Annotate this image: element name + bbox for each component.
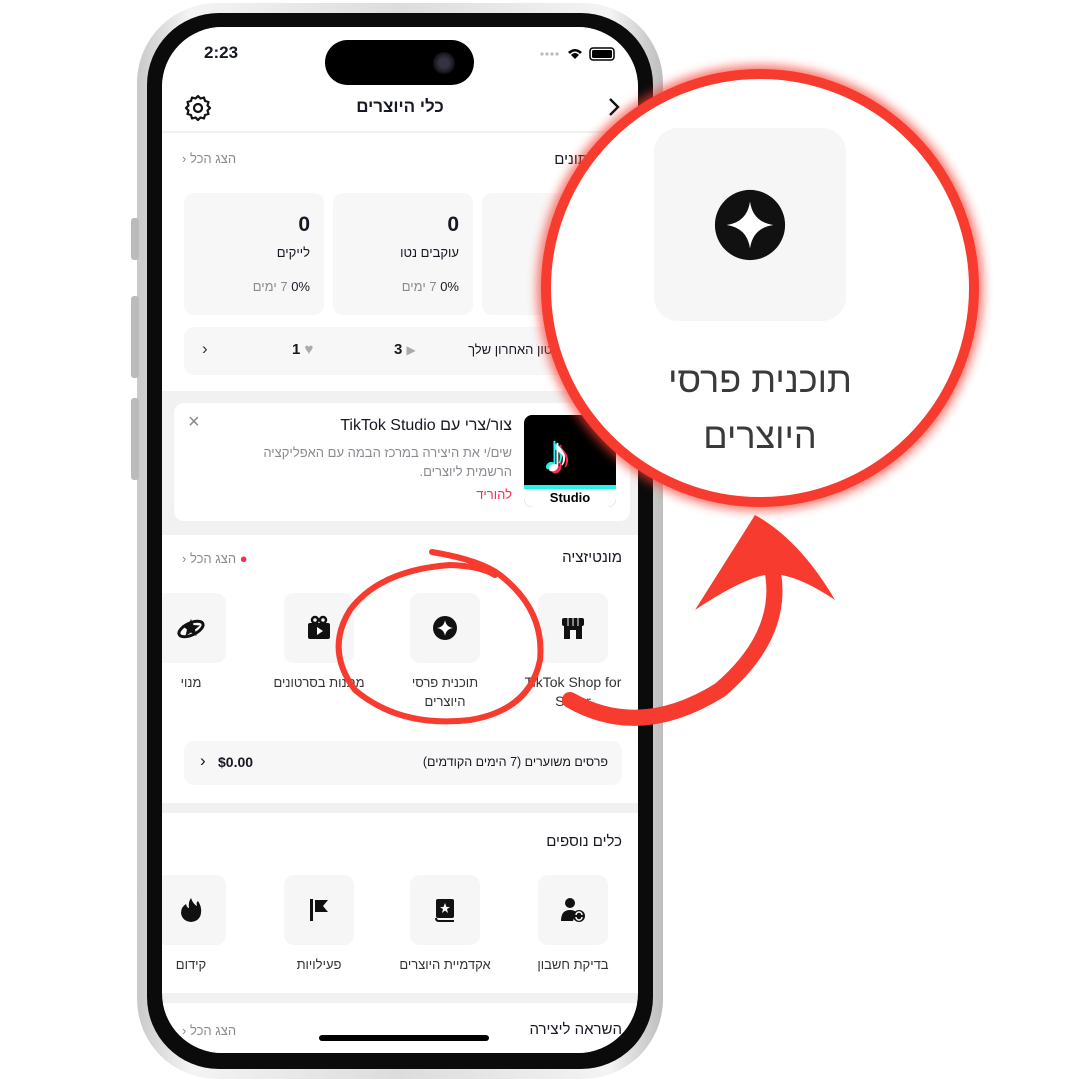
inspiration-see-all[interactable]: הצג הכל ‹ [182, 1023, 236, 1038]
tile-label: אקדמיית היוצרים [399, 957, 491, 972]
see-all-label: הצג הכל [189, 151, 237, 166]
stat-change: 0% [291, 279, 310, 294]
estimate-label: פרסים משוערים (7 הימים הקודמים) [422, 755, 608, 769]
gift-icon [308, 615, 330, 639]
tools-title: כלים נוספים [546, 833, 622, 850]
page-title: כלי היוצרים [356, 97, 444, 116]
promo-title: צור/צרי עם TikTok Studio [340, 417, 512, 434]
stat-value: 0 [447, 213, 459, 236]
callout-tile [654, 128, 846, 321]
tile-subscription[interactable] [162, 593, 226, 663]
camera-icon [433, 52, 455, 74]
flag-icon [310, 899, 328, 921]
stat-card-views[interactable] [482, 193, 622, 315]
top-bar: 2:23 כלי היוצרים [162, 27, 638, 131]
tile-label: מתנות בסרטונים [273, 675, 365, 690]
chevron-left-icon: ‹ [200, 751, 206, 770]
heart-icon: ♥ [304, 341, 314, 358]
tile-label: קידום [175, 957, 207, 972]
volume-down-button [131, 398, 139, 480]
status-icons [540, 47, 615, 61]
tile-label: TikTok Shop for Seller [524, 674, 622, 709]
tile-account-check[interactable] [538, 875, 608, 945]
user-refresh-icon [561, 898, 585, 922]
chevron-left-icon: ‹ [202, 339, 208, 358]
stat-card-followers[interactable]: 0 עוקבים נטו 0% 7 ימים [333, 193, 473, 315]
chevron-right-icon[interactable] [606, 97, 622, 117]
tile-promote[interactable] [162, 875, 226, 945]
tile-activities[interactable] [284, 875, 354, 945]
stat-label: לייקים [276, 245, 310, 260]
analytics-see-all[interactable]: הצג הכל ‹ [182, 151, 236, 166]
estimate-value: $0.00 [218, 754, 254, 770]
stat-period: 7 ימים [252, 279, 288, 294]
inspiration-section: השראה ליצירה הצג הכל ‹ [162, 1003, 638, 1053]
dynamic-island [325, 40, 474, 85]
latest-likes: 1 ♥ [292, 341, 314, 358]
screen: 2:23 כלי היוצרים נתונים הצג הכל ‹ 0 לייק… [162, 27, 638, 1053]
book-star-icon [435, 899, 454, 922]
monetization-title: מונטיזציה [562, 549, 622, 566]
stat-card-likes[interactable]: 0 לייקים 0% 7 ימים [184, 193, 324, 315]
stat-period: 7 ימים [401, 279, 437, 294]
sparkle-icon [433, 616, 457, 640]
tile-creator-rewards[interactable] [410, 593, 480, 663]
status-time: 2:23 [204, 43, 239, 62]
gear-icon[interactable] [184, 93, 212, 121]
latest-views: 3 ▶ [394, 341, 416, 358]
close-icon[interactable]: × [188, 411, 200, 434]
stat-change: 0% [440, 279, 459, 294]
stat-label: עוקבים נטו [400, 245, 459, 260]
home-indicator [319, 1035, 489, 1041]
tile-label: תוכנית פרסי היוצרים [411, 675, 479, 709]
mute-switch [131, 218, 139, 260]
play-icon: ▶ [406, 343, 416, 357]
sparkle-icon [714, 189, 786, 260]
tile-label: פעילויות [296, 957, 342, 972]
shop-icon [562, 618, 584, 639]
tile-label: בדיקת חשבון [537, 957, 609, 972]
callout-label: תוכנית פרסי היוצרים [668, 359, 852, 456]
planet-star-icon [177, 619, 205, 639]
latest-video-row[interactable]: הסרטון האחרון שלך 3 ▶ 1 ♥ ‹ [184, 327, 624, 375]
tile-video-gifts[interactable] [284, 593, 354, 663]
estimated-rewards-row[interactable]: פרסים משוערים (7 הימים הקודמים) $0.00 ‹ [184, 741, 622, 785]
analytics-title: נתונים [554, 151, 594, 168]
monetization-section: מונטיזציה ● הצג הכל ‹ TikTok Shop for Se… [162, 535, 638, 803]
volume-up-button [131, 296, 139, 378]
inspiration-title: השראה ליצירה [529, 1021, 622, 1038]
monetization-see-all[interactable]: ● הצג הכל ‹ [182, 551, 248, 566]
tile-creator-academy[interactable] [410, 875, 480, 945]
tile-label: מנוי [180, 675, 202, 690]
arrow-head [695, 515, 835, 610]
tools-section: כלים נוספים בדיקת חשבון אקדמיית היוצרים … [162, 813, 638, 993]
flame-icon [181, 898, 202, 922]
promo-body: שים/י את היצירה במרכז הבמה עם האפליקציה … [263, 445, 512, 479]
download-link[interactable]: להוריד [476, 487, 512, 502]
stat-value: 0 [298, 213, 310, 236]
tile-tiktok-shop[interactable] [538, 593, 608, 663]
